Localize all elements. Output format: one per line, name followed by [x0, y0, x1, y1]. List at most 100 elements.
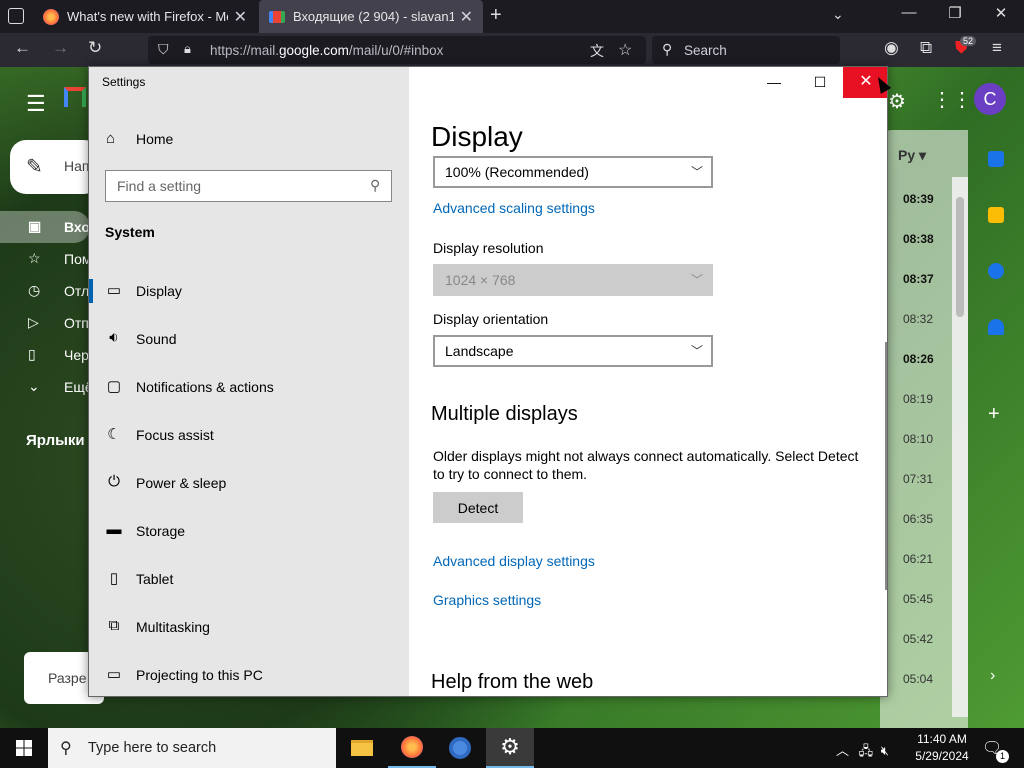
translate-icon[interactable]: 文: [590, 41, 604, 61]
file-explorer-icon[interactable]: [338, 728, 386, 768]
gmail-logo-icon[interactable]: [64, 87, 86, 107]
extension-badge: 52: [960, 36, 977, 46]
chevron-down-icon: ﹀: [690, 273, 703, 287]
close-tab-icon[interactable]: ✕: [234, 7, 247, 27]
star-icon: ☆: [28, 250, 41, 266]
maximize-icon[interactable]: ☐: [797, 67, 843, 98]
nav-projecting[interactable]: ▭ Projecting to this PC: [89, 655, 409, 695]
email-time[interactable]: 08:38: [903, 232, 934, 246]
orientation-value: Landscape: [445, 343, 514, 359]
sidebar-item-drafts[interactable]: ▯ Чер: [0, 339, 90, 371]
email-time[interactable]: 05:42: [903, 632, 933, 646]
find-setting-input[interactable]: [106, 171, 366, 201]
gear-icon: ⚙: [500, 734, 520, 759]
find-setting-box[interactable]: ⚲: [105, 170, 392, 202]
forward-icon[interactable]: →: [52, 38, 69, 58]
advanced-scaling-link[interactable]: Advanced scaling settings: [433, 200, 595, 216]
scrollbar[interactable]: [952, 177, 968, 717]
sidebar-item-sent[interactable]: ▷ Отп: [0, 307, 90, 339]
taskbar-search[interactable]: ⚲ Type here to search: [48, 728, 336, 768]
chevron-right-icon[interactable]: ›: [990, 667, 995, 685]
email-time[interactable]: 08:19: [903, 392, 933, 406]
chevron-down-icon[interactable]: ⌄: [832, 6, 844, 23]
restore-icon[interactable]: ❐: [932, 4, 978, 22]
tab-title: What's new with Firefox - More: [67, 9, 228, 24]
contacts-icon[interactable]: [988, 319, 1004, 335]
compose-button[interactable]: ✎ Нап: [10, 140, 100, 194]
network-icon[interactable]: 🖧︎: [859, 743, 874, 758]
orientation-dropdown[interactable]: Landscape ﹀: [433, 335, 713, 367]
url-bar[interactable]: ⛉ 🔒︎ https://mail.google.com/mail/u/0/#i…: [148, 36, 646, 64]
close-tab-icon[interactable]: ✕: [460, 7, 473, 27]
active-indicator: [89, 279, 93, 303]
email-time[interactable]: 08:32: [903, 312, 933, 326]
graphics-settings-link[interactable]: Graphics settings: [433, 592, 541, 608]
email-time[interactable]: 08:26: [903, 352, 934, 366]
extensions-icon[interactable]: ⧉: [920, 38, 932, 58]
browser-tab[interactable]: What's new with Firefox - More ✕: [33, 0, 257, 33]
avatar[interactable]: C: [974, 83, 1006, 115]
nav-display[interactable]: ▭ Display: [89, 271, 409, 311]
sidebar-item-inbox[interactable]: ▣ Вход: [0, 211, 99, 243]
chevron-up-icon[interactable]: ︿: [836, 743, 849, 758]
nav-home[interactable]: ⌂ Home: [89, 123, 409, 155]
sidebar-item-starred[interactable]: ☆ Пом: [0, 243, 91, 275]
email-time[interactable]: 08:37: [903, 272, 934, 286]
firefox-view-icon[interactable]: [8, 8, 24, 24]
search-icon: ⚲: [662, 41, 673, 57]
system-tray[interactable]: ︿ 🖧︎ 🔇︎: [836, 740, 889, 764]
reload-icon[interactable]: ↻: [88, 38, 102, 58]
firefox-taskbar-icon[interactable]: [388, 728, 436, 768]
minimize-icon[interactable]: —: [751, 67, 797, 98]
nav-notifications[interactable]: ▢ Notifications & actions: [89, 367, 409, 407]
browser-tab-active[interactable]: Входящие (2 904) - slavan1510 ✕: [259, 0, 483, 33]
nav-focus-assist[interactable]: ☾ Focus assist: [89, 415, 409, 455]
email-time[interactable]: 07:31: [903, 472, 933, 486]
language-selector[interactable]: Ру ▾: [898, 147, 926, 164]
search-icon[interactable]: ⚲: [370, 177, 380, 194]
settings-taskbar-icon[interactable]: ⚙: [486, 728, 534, 768]
start-button[interactable]: [0, 728, 48, 768]
email-time[interactable]: 06:35: [903, 512, 933, 526]
scale-dropdown[interactable]: 100% (Recommended) ﹀: [433, 156, 713, 188]
detect-button[interactable]: Detect: [433, 492, 523, 523]
scrollbar[interactable]: [885, 342, 887, 590]
nav-label: Power & sleep: [136, 475, 227, 491]
nav-power-sleep[interactable]: ⏻ Power & sleep: [89, 463, 409, 503]
sidebar-item-snoozed[interactable]: ◷ Отл: [0, 275, 90, 307]
email-time[interactable]: 08:10: [903, 432, 933, 446]
lock-icon[interactable]: 🔒︎: [184, 41, 191, 57]
chrome-taskbar-icon[interactable]: [436, 728, 484, 768]
email-time[interactable]: 06:21: [903, 552, 933, 566]
nav-multitasking[interactable]: ⧉ Multitasking: [89, 607, 409, 647]
account-icon[interactable]: ◉: [884, 38, 899, 58]
search-bar[interactable]: ⚲ Search: [652, 36, 840, 64]
orientation-label: Display orientation: [433, 311, 549, 327]
shield-icon[interactable]: ⛉: [158, 41, 169, 58]
advanced-display-link[interactable]: Advanced display settings: [433, 553, 595, 569]
nav-sound[interactable]: 🔉︎ Sound: [89, 319, 409, 359]
calendar-icon[interactable]: [988, 151, 1004, 167]
menu-icon[interactable]: ≡: [992, 38, 1002, 58]
resolution-dropdown[interactable]: 1024 × 768 ﹀: [433, 264, 713, 296]
clock[interactable]: 11:40 AM 5/29/2024: [906, 731, 978, 765]
tasks-icon[interactable]: [988, 263, 1004, 279]
nav-storage[interactable]: ▬ Storage: [89, 511, 409, 551]
star-icon[interactable]: ☆: [618, 40, 632, 60]
gear-icon[interactable]: ⚙: [888, 89, 906, 114]
nav-label: Display: [136, 283, 182, 299]
nav-tablet[interactable]: ▯ Tablet: [89, 559, 409, 599]
email-time[interactable]: 05:45: [903, 592, 933, 606]
email-time[interactable]: 08:39: [903, 192, 934, 206]
new-tab-button[interactable]: +: [490, 4, 502, 27]
add-addon-icon[interactable]: +: [988, 403, 1000, 426]
sidebar-item-more[interactable]: ⌄ Ещё: [0, 371, 93, 403]
scrollbar-thumb[interactable]: [956, 197, 964, 317]
hamburger-menu-icon[interactable]: ☰: [26, 91, 46, 117]
email-time[interactable]: 05:04: [903, 672, 933, 686]
keep-icon[interactable]: [988, 207, 1004, 223]
close-icon[interactable]: ✕: [978, 4, 1024, 22]
back-icon[interactable]: ←: [14, 38, 31, 58]
minimize-icon[interactable]: —: [886, 4, 932, 21]
volume-muted-icon[interactable]: 🔇︎: [881, 743, 889, 758]
